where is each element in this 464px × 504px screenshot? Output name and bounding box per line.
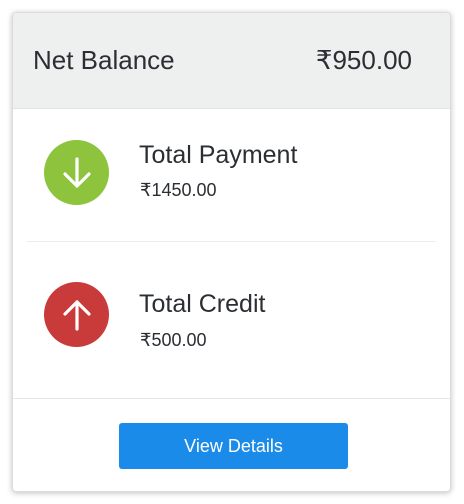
balance-summary-card: Net Balance ₹950.00 Total Payment ₹1450.…: [12, 12, 451, 492]
total-credit-amount: ₹500.00: [140, 330, 207, 350]
card-footer: View Details: [13, 398, 450, 491]
total-credit-title: Total Credit: [139, 290, 266, 318]
view-details-button[interactable]: View Details: [119, 423, 348, 469]
total-payment-title: Total Payment: [139, 141, 298, 169]
row-divider: [27, 241, 436, 242]
total-payment-amount: ₹1450.00: [140, 180, 217, 200]
total-credit-row: Total Credit ₹500.00: [13, 256, 450, 386]
net-balance-label: Net Balance: [33, 45, 175, 75]
arrow-down-icon: [44, 140, 109, 205]
total-payment-row: Total Payment ₹1450.00: [13, 111, 450, 241]
net-balance-amount: ₹950.00: [315, 45, 412, 75]
net-balance-header: Net Balance ₹950.00: [13, 13, 450, 109]
arrow-up-icon: [44, 282, 109, 347]
